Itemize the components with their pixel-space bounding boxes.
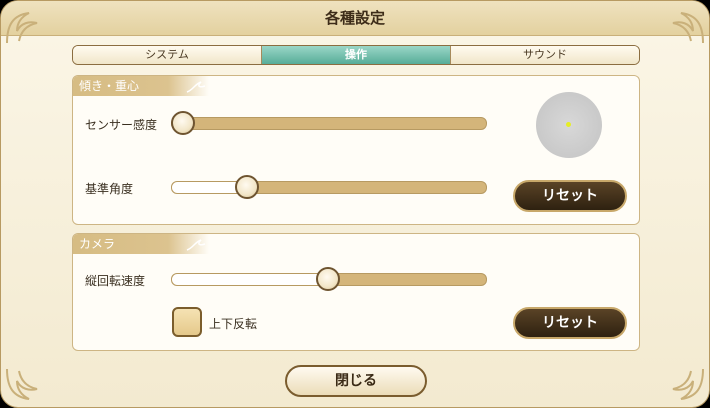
tab-sound[interactable]: サウンド (451, 46, 639, 64)
title-bar: 各種設定 (1, 1, 709, 36)
tab-system[interactable]: システム (73, 46, 262, 64)
camera-reset-button[interactable]: リセット (513, 307, 627, 339)
tilt-gauge (536, 92, 602, 158)
sensor-sensitivity-label: センサー感度 (85, 118, 158, 132)
camera-panel-header: カメラ (73, 234, 209, 254)
vertical-rotation-speed-label: 縦回転速度 (85, 274, 146, 288)
settings-dialog: 各種設定 システム 操作 サウンド 傾き・重心 センサー感度 基準角度 リセット… (0, 0, 710, 408)
vertical-rotation-speed-fill (172, 274, 329, 285)
corner-flourish-icon (672, 12, 704, 44)
invert-vertical-checkbox[interactable] (172, 307, 202, 337)
camera-panel: カメラ 縦回転速度 リセット (72, 233, 640, 351)
corner-flourish-icon (6, 368, 38, 400)
panel-flourish-icon (186, 81, 206, 93)
vertical-rotation-speed-knob[interactable] (316, 267, 340, 291)
invert-vertical-label: 上下反転 (209, 317, 258, 331)
settings-tabs: システム 操作 サウンド (72, 45, 640, 65)
reference-angle-slider[interactable] (171, 181, 487, 194)
corner-flourish-icon (6, 12, 38, 44)
sensor-sensitivity-knob[interactable] (171, 111, 195, 135)
tilt-reset-button[interactable]: リセット (513, 180, 627, 212)
tilt-panel-header: 傾き・重心 (73, 76, 209, 96)
tilt-gauge-dot (566, 122, 571, 127)
corner-flourish-icon (672, 368, 704, 400)
tab-controls[interactable]: 操作 (262, 46, 451, 64)
close-button[interactable]: 閉じる (285, 365, 427, 397)
tilt-panel-title: 傾き・重心 (79, 79, 140, 93)
dialog-title: 各種設定 (324, 9, 385, 27)
camera-panel-title: カメラ (79, 237, 116, 251)
reference-angle-label: 基準角度 (85, 182, 134, 196)
panel-flourish-icon (186, 239, 206, 251)
reference-angle-knob[interactable] (234, 175, 259, 199)
sensor-sensitivity-slider[interactable] (171, 117, 487, 130)
